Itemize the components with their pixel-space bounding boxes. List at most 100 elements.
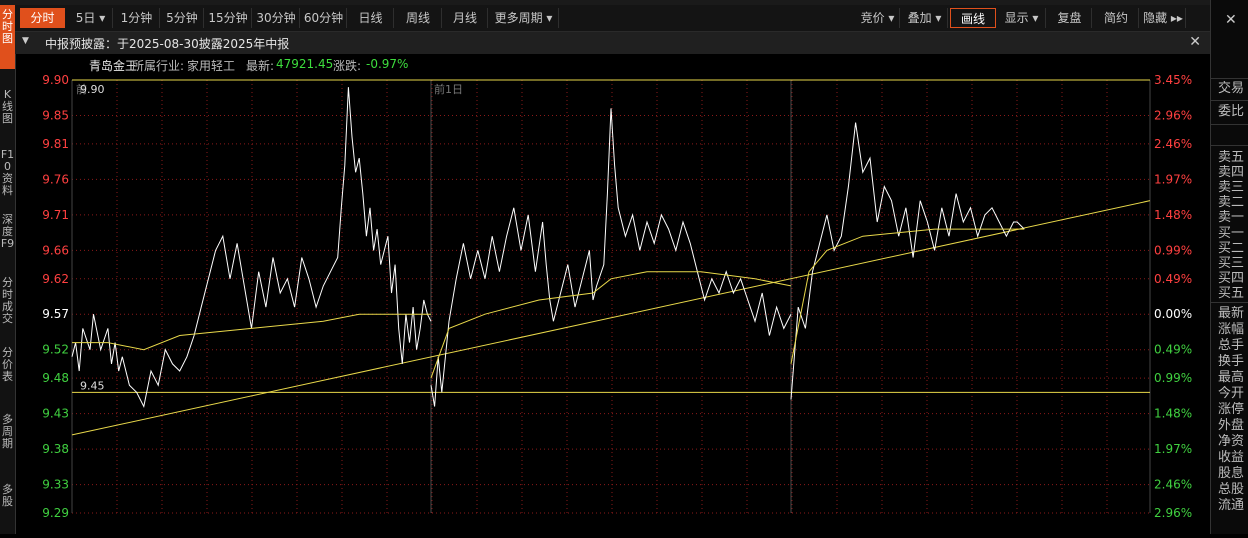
pct-tick-label: 1.48% [1154,208,1192,222]
pct-tick-label: 2.46% [1154,478,1192,492]
panel-divider [1211,302,1248,303]
min-marker: 9.45 [80,379,105,392]
quote-label-21: 收益 [1218,450,1245,465]
price-line-day-2 [790,122,1025,400]
quote-label-18: 涨停 [1218,402,1245,417]
latest-value: 47921.45 [276,57,334,71]
y-tick-label: 9.29 [42,506,69,520]
y-tick-label: 9.62 [42,272,69,286]
toolbar-left-4[interactable]: 15分钟 [205,8,252,28]
quote-label-12: 最新 [1218,306,1245,321]
pct-tick-label: 3.45% [1154,73,1192,87]
pct-tick-label: 1.48% [1154,407,1192,421]
quote-label-5: 卖二 [1218,195,1245,210]
y-tick-label: 9.66 [42,243,69,257]
y-tick-label: 9.52 [42,343,69,357]
toolbar-left-0[interactable]: 分时 [20,8,65,28]
quote-label-23: 总股 [1218,482,1245,497]
pct-tick-label: 2.46% [1154,137,1192,151]
panel-divider [1211,100,1248,101]
pct-tick-label: 1.97% [1154,172,1192,186]
quote-panel: ✕ 交易 委比 卖五 卖四 卖三 卖二 卖一 买一 买二 买三 买四 买五 最新 涨幅 总手 换手 最高 今开 涨停… [1210,0,1248,534]
latest-label: 最新: [246,59,275,73]
toolbar-left-3[interactable]: 5分钟 [161,8,204,28]
toolbar-left-10[interactable]: 更多周期 ▾ [489,8,559,28]
quote-label-19: 外盘 [1218,418,1245,433]
price-line-day-0 [71,87,432,409]
stock-name: 青岛金王 [89,59,138,73]
y-tick-label: 9.33 [42,478,69,492]
toolbar-left-1[interactable]: 5日 ▾ [69,8,113,28]
quote-label-13: 涨幅 [1218,322,1245,337]
quote-label-7: 买一 [1218,226,1245,241]
quote-label-9: 买三 [1218,256,1245,271]
quote-label-1: 委比 [1218,104,1245,119]
change-label: 涨跌: [333,59,362,73]
quote-label-20: 净资 [1218,434,1245,449]
notice-text: 中报预披露：于2025-08-30披露2025年中报 [45,37,290,51]
pct-tick-label: 0.99% [1154,371,1192,385]
y-tick-label: 9.38 [42,442,69,456]
period-toolbar: 分时 5日 ▾ 1分钟 5分钟 15分钟 30分钟 60分钟 日线 周线 月线 更多周期 ▾ 竞价 ▾… [15,5,1210,32]
toolbar-right-1[interactable]: 叠加 ▾ [902,8,948,28]
price-chart[interactable]: 9.90 3.45% 9.85 2.96% 9.81 2.46% 9.76 1.97% 9.71… [0,73,1210,534]
y-tick-label: 9.76 [42,172,69,186]
close-icon[interactable]: ✕ [1189,34,1201,50]
quote-label-16: 最高 [1218,370,1245,385]
y-tick-label: 9.81 [42,137,69,151]
avg-line-day-2 [790,228,1025,364]
toolbar-right-2[interactable]: 画线 [950,8,996,28]
trend-line [71,200,1151,436]
y-tick-label: 9.85 [42,108,69,122]
toolbar-left-5[interactable]: 30分钟 [253,8,300,28]
left-tab-0[interactable]: 分时图 [0,5,15,69]
panel-divider [1211,124,1248,125]
pct-tick-label: 0.49% [1154,272,1192,286]
quote-label-6: 卖一 [1218,210,1245,225]
quote-label-22: 股息 [1218,466,1245,481]
pct-tick-label: 0.49% [1154,343,1192,357]
pct-tick-label: 0.00% [1154,307,1192,321]
avg-line-day-1 [430,271,792,379]
toolbar-left-7[interactable]: 日线 [348,8,394,28]
y-tick-label: 9.71 [42,208,69,222]
y-tick-label: 9.43 [42,407,69,421]
notice-bar: ▼ 中报预披露：于2025-08-30披露2025年中报 ✕ [15,32,1210,54]
panel-divider [1211,145,1248,146]
max-marker: 9.90 [80,83,105,96]
panel-close-icon[interactable]: ✕ [1225,12,1237,28]
pct-tick-label: 2.96% [1154,108,1192,122]
stock-info-line: 青岛金王 所属行业: 家用轻工 最新: 47921.45 涨跌: -0.97% [15,55,1210,73]
quote-label-17: 今开 [1218,386,1245,401]
price-line-day-1 [430,108,792,407]
quote-label-2: 卖五 [1218,150,1245,165]
quote-label-11: 买五 [1218,286,1245,301]
toolbar-right-3[interactable]: 显示 ▾ [998,8,1046,28]
toolbar-left-6[interactable]: 60分钟 [301,8,347,28]
quote-label-24: 流通 [1218,498,1245,513]
toolbar-right-6[interactable]: 隐藏 ▸▸ [1141,8,1186,28]
change-value: -0.97% [366,57,409,71]
toolbar-right-4[interactable]: 复盘 [1048,8,1092,28]
day-label: 前1日 [434,82,463,96]
y-tick-label: 9.57 [42,307,69,321]
toolbar-right-0[interactable]: 竞价 ▾ [856,8,900,28]
pct-tick-label: 2.96% [1154,506,1192,520]
toolbar-right-5[interactable]: 简约 [1094,8,1139,28]
pct-tick-label: 1.97% [1154,442,1192,456]
toolbar-left-2[interactable]: 1分钟 [114,8,160,28]
panel-divider [1211,78,1248,79]
quote-label-3: 卖四 [1218,165,1245,180]
quote-label-10: 买四 [1218,271,1245,286]
quote-label-14: 总手 [1218,338,1245,353]
y-tick-label: 9.48 [42,371,69,385]
quote-label-0: 交易 [1218,81,1245,96]
toolbar-left-8[interactable]: 周线 [395,8,442,28]
industry-label: 所属行业: [132,59,185,73]
industry-value: 家用轻工 [187,59,236,73]
toolbar-left-9[interactable]: 月线 [443,8,488,28]
y-tick-label: 9.90 [42,73,69,87]
pct-tick-label: 0.99% [1154,243,1192,257]
quote-label-4: 卖三 [1218,180,1245,195]
collapse-caret-icon[interactable]: ▼ [22,36,29,46]
